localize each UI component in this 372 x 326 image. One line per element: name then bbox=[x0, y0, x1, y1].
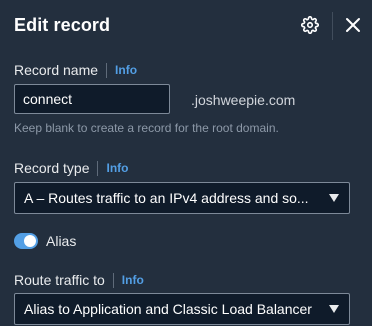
label-separator bbox=[112, 272, 114, 288]
header-divider bbox=[332, 12, 333, 40]
record-name-info-link[interactable]: Info bbox=[115, 61, 137, 79]
record-name-input[interactable] bbox=[14, 84, 170, 114]
record-name-label-row: Record name Info bbox=[14, 61, 137, 79]
route-traffic-info-link[interactable]: Info bbox=[122, 271, 144, 289]
record-name-hint: Keep blank to create a record for the ro… bbox=[14, 121, 279, 135]
alias-label: Alias bbox=[46, 233, 77, 249]
record-type-label: Record type bbox=[14, 160, 90, 176]
route-traffic-select[interactable]: Alias to Application and Classic Load Ba… bbox=[14, 293, 350, 325]
caret-down-icon bbox=[329, 194, 339, 202]
domain-suffix: .joshweepie.com bbox=[191, 92, 296, 108]
record-type-info-link[interactable]: Info bbox=[106, 159, 128, 177]
record-type-label-row: Record type Info bbox=[14, 159, 128, 177]
record-type-selected-value: A – Routes traffic to an IPv4 address an… bbox=[24, 190, 309, 206]
toggle-knob bbox=[24, 235, 36, 247]
route-traffic-label-row: Route traffic to Info bbox=[14, 271, 144, 289]
gear-icon bbox=[301, 16, 319, 34]
settings-button[interactable] bbox=[300, 15, 320, 35]
panel-header: Edit record bbox=[14, 12, 372, 40]
route-traffic-label: Route traffic to bbox=[14, 272, 105, 288]
alias-row: Alias bbox=[14, 232, 76, 250]
route-traffic-selected-value: Alias to Application and Classic Load Ba… bbox=[24, 301, 312, 317]
edit-record-panel: Edit record Record name Info .joshweepie… bbox=[0, 0, 372, 326]
record-type-select[interactable]: A – Routes traffic to an IPv4 address an… bbox=[14, 182, 350, 214]
record-name-label: Record name bbox=[14, 62, 99, 78]
caret-down-icon bbox=[329, 305, 339, 313]
label-separator bbox=[106, 62, 108, 78]
alias-toggle[interactable] bbox=[14, 233, 38, 249]
label-separator bbox=[97, 160, 99, 176]
close-button[interactable] bbox=[343, 15, 363, 35]
panel-title: Edit record bbox=[14, 15, 111, 35]
close-icon bbox=[346, 18, 360, 32]
